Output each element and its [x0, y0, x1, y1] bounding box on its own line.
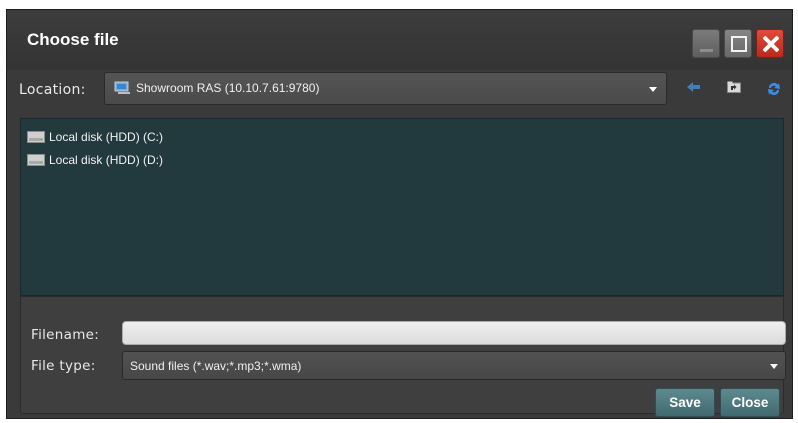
drive-icon: [27, 154, 45, 166]
computer-icon: [114, 81, 130, 94]
refresh-icon[interactable]: [766, 81, 782, 97]
chevron-down-icon: [770, 364, 778, 369]
maximize-button[interactable]: [724, 29, 752, 58]
filename-label: Filename:: [31, 327, 100, 343]
file-type-value: Sound files (*.wav;*.mp3;*.wma): [130, 359, 302, 373]
file-type-dropdown[interactable]: Sound files (*.wav;*.mp3;*.wma): [122, 351, 786, 380]
location-label: Location:: [19, 82, 86, 98]
parent-folder-icon[interactable]: [727, 81, 741, 93]
minimize-button[interactable]: [692, 29, 720, 58]
list-item-drive-c[interactable]: Local disk (HDD) (C:): [27, 128, 163, 146]
location-dropdown[interactable]: Showroom RAS (10.10.7.61:9780): [104, 72, 667, 105]
list-item-label: Local disk (HDD) (D:): [49, 153, 164, 167]
back-arrow-icon[interactable]: [687, 81, 701, 93]
filename-input[interactable]: [122, 321, 786, 345]
list-item-label: Local disk (HDD) (C:): [49, 130, 164, 144]
dialog-title: Choose file: [27, 30, 119, 49]
choose-file-dialog: Choose file Location: Showroom RAS (10.1…: [6, 9, 793, 419]
close-button[interactable]: Close: [720, 388, 780, 417]
close-window-button[interactable]: [756, 29, 784, 58]
file-list[interactable]: Local disk (HDD) (C:) Local disk (HDD) (…: [20, 118, 784, 296]
file-options-panel: Filename: File type: Sound files (*.wav;…: [20, 296, 786, 417]
title-bar[interactable]: Choose file: [7, 10, 792, 70]
file-type-label: File type:: [31, 358, 96, 374]
location-value: Showroom RAS (10.10.7.61:9780): [136, 81, 320, 95]
chevron-down-icon: [649, 87, 657, 92]
list-item-drive-d[interactable]: Local disk (HDD) (D:): [27, 151, 163, 169]
drive-icon: [27, 131, 45, 143]
save-button[interactable]: Save: [655, 388, 715, 417]
